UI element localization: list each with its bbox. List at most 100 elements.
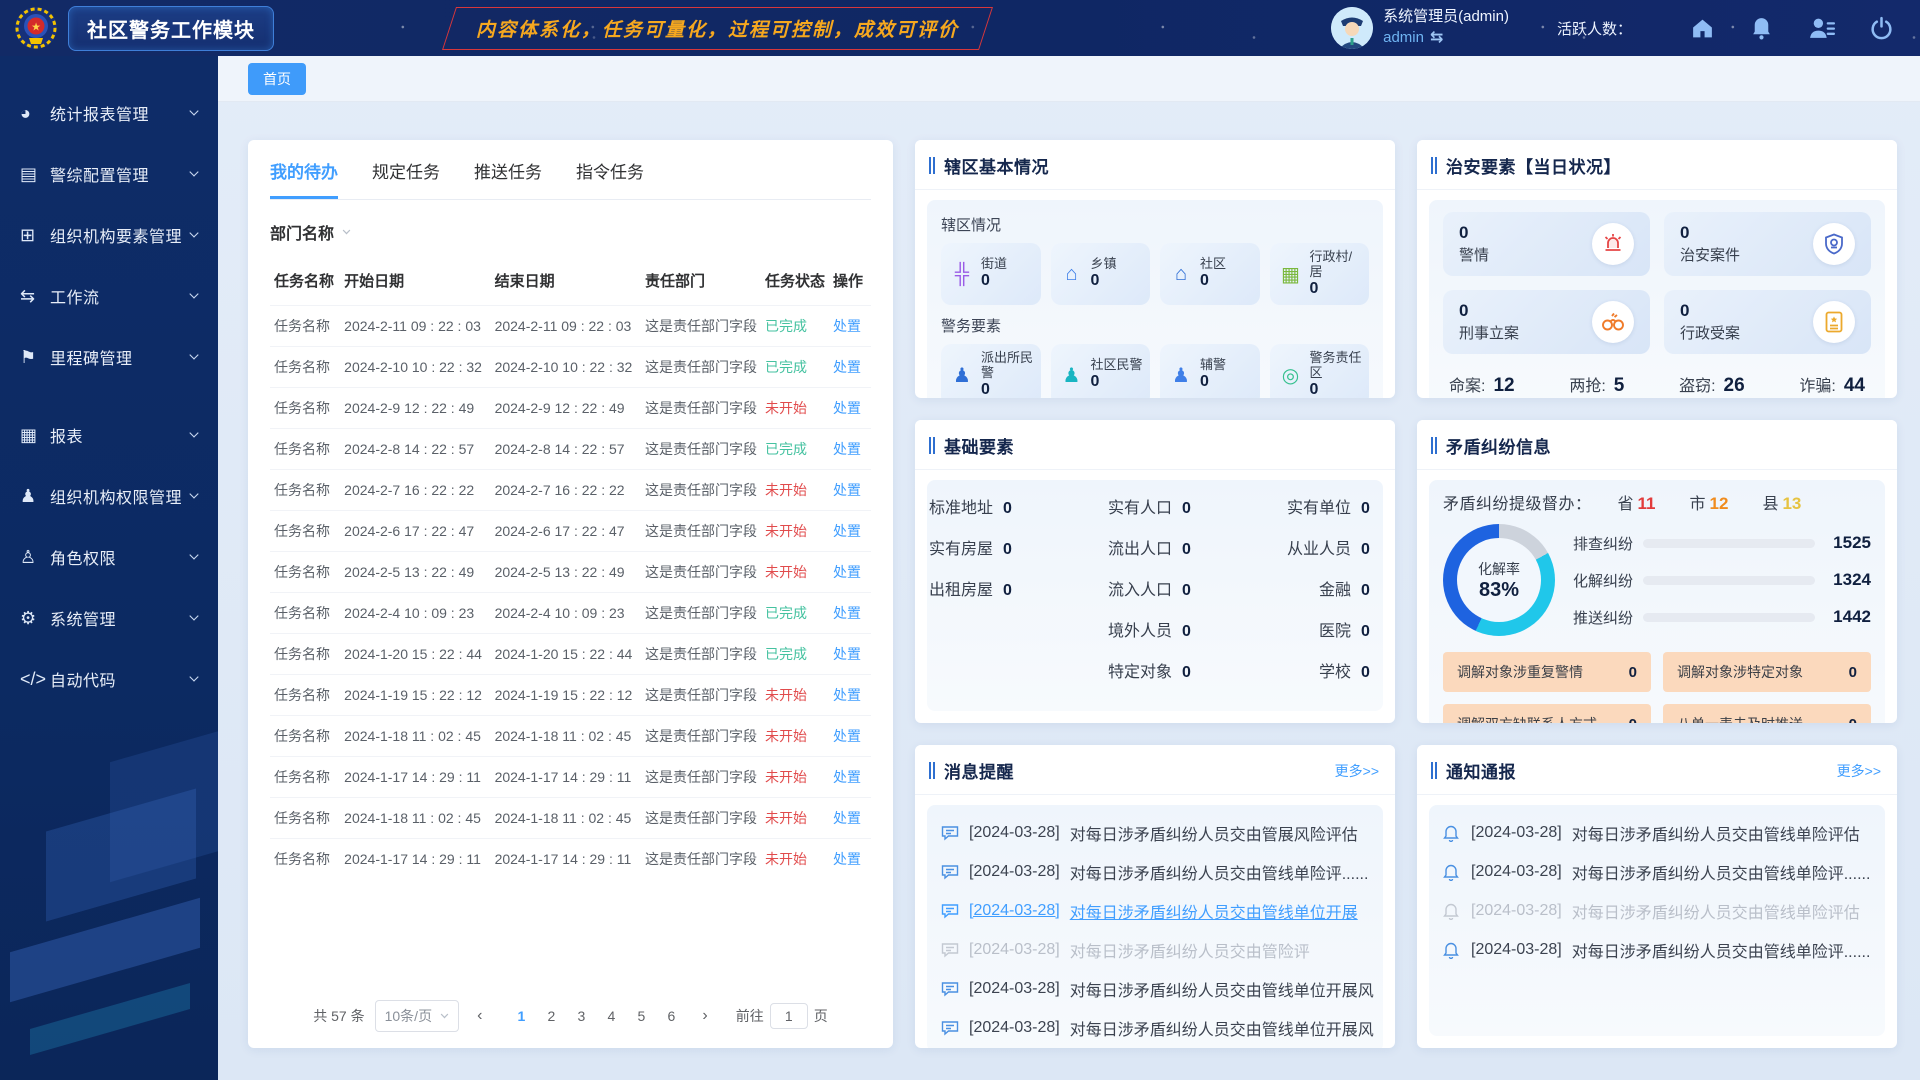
message-date: [2024-03-28] [969,1019,1060,1037]
page-size-select[interactable]: 10条/页 [375,1000,459,1032]
sidebar-item-label: 自动代码 [50,667,188,691]
department-filter-label: 部门名称 [270,220,334,244]
crime-stat: 诈骗: 44 [1799,372,1865,397]
task-name-cell: 任务名称 [270,388,340,429]
department-cell: 这是责任部门字段 [641,757,761,798]
top-header: ★ 社区警务工作模块 内容体系化，任务可量化，过程可控制，成效可评价 系统管理员… [0,0,1920,56]
stat-value: 0 [1459,223,1489,243]
end-date-cell: 2024-2-7 16 : 22 : 22 [491,470,641,511]
task-tab[interactable]: 推送任务 [474,158,542,199]
department-filter[interactable]: 部门名称 [270,220,871,244]
username[interactable]: admin [1383,28,1424,48]
sidebar-item-icon: ▦ [20,425,50,446]
page-number-button[interactable]: 5 [628,1004,654,1028]
more-link[interactable]: 更多>> [1335,761,1379,781]
page-number-button[interactable]: 6 [658,1004,684,1028]
task-tab[interactable]: 我的待办 [270,158,338,199]
handle-link[interactable]: 处置 [833,605,861,621]
handle-link[interactable]: 处置 [833,687,861,703]
handle-link[interactable]: 处置 [833,523,861,539]
page-number-button[interactable]: 3 [568,1004,594,1028]
dispute-tag: 调解对象涉重复警情 0 [1443,652,1651,692]
supervision-level-value: 12 [1710,494,1729,514]
sidebar-item-label: 里程碑管理 [50,345,188,369]
notice-item[interactable]: [2024-03-28] 对每日涉矛盾纠纷人员交由管线单险评...... [1443,860,1871,884]
page-size-value: 10条/页 [385,1006,432,1026]
department-cell: 这是责任部门字段 [641,839,761,880]
handle-link[interactable]: 处置 [833,646,861,662]
crime-stat: 盗窃: 26 [1679,372,1745,397]
home-icon[interactable] [1690,16,1715,41]
notice-item[interactable]: [2024-03-28] 对每日涉矛盾纠纷人员交由管线单险评...... [1443,938,1871,962]
prev-page-button[interactable]: ‹ [469,1005,490,1027]
notice-date: [2024-03-28] [1471,824,1562,842]
message-item[interactable]: [2024-03-28] 对每日涉矛盾纠纷人员交由管险评 [941,938,1369,962]
chat-bubble-icon [941,864,959,880]
page-number-button[interactable]: 1 [508,1004,534,1028]
title-marker [929,437,936,454]
home-tab[interactable]: 首页 [248,63,306,95]
bell-outline-icon [1443,825,1461,842]
sidebar-item[interactable]: ♙ 角色权限 [0,532,218,582]
more-link[interactable]: 更多>> [1837,761,1881,781]
crime-stat: 命案: 12 [1449,372,1515,397]
handle-link[interactable]: 处置 [833,810,861,826]
status-badge: 未开始 [765,769,807,785]
stat-tile: ▦ 行政村/居 0 [1270,243,1370,305]
dispute-tag-label: 八单一表未及时推送 [1677,714,1803,723]
message-item[interactable]: [2024-03-28] 对每日涉矛盾纠纷人员交由管展风险评估 [941,821,1369,845]
message-item[interactable]: [2024-03-28] 对每日涉矛盾纠纷人员交由管线单位开展风 [941,1016,1369,1040]
notice-item[interactable]: [2024-03-28] 对每日涉矛盾纠纷人员交由管线单险评估 [1443,821,1871,845]
status-badge: 未开始 [765,728,807,744]
stat-tile: ◎ 警务责任区 0 [1270,344,1370,398]
next-page-button[interactable]: › [694,1005,715,1027]
power-icon[interactable] [1869,16,1894,41]
goto-page-input[interactable] [770,1003,808,1029]
stat-label: 警情 [1459,244,1489,265]
sidebar-item[interactable]: </> 自动代码 [0,654,218,704]
handle-link[interactable]: 处置 [833,441,861,457]
department-cell: 这是责任部门字段 [641,511,761,552]
stat-tile-value: 0 [1200,272,1226,290]
task-name-cell: 任务名称 [270,347,340,388]
basic-elements-panel: 基础要素 标准地址0实有房屋0出租房屋0 实有人口0流出人口0流入人口0境外人员… [915,420,1395,723]
user-avatar[interactable] [1331,7,1373,49]
sidebar-item[interactable]: ◕ 统计报表管理 [0,88,218,138]
chevron-down-icon [189,428,198,437]
message-item[interactable]: [2024-03-28] 对每日涉矛盾纠纷人员交由管线单位开展 [941,899,1369,923]
page-number-button[interactable]: 4 [598,1004,624,1028]
sidebar-item[interactable]: ♟ 组织机构权限管理 [0,471,218,521]
crime-stat-value: 26 [1724,375,1745,397]
kv-stat: 流出人口0 [1108,535,1196,559]
handle-link[interactable]: 处置 [833,851,861,867]
task-tab[interactable]: 规定任务 [372,158,440,199]
sidebar-item[interactable]: ⚙ 系统管理 [0,593,218,643]
kv-stat: 从业人员0 [1287,535,1375,559]
handle-link[interactable]: 处置 [833,564,861,580]
sidebar-item[interactable]: ⇆ 工作流 [0,271,218,321]
sidebar-item[interactable]: ▤ 警综配置管理 [0,149,218,199]
message-item[interactable]: [2024-03-28] 对每日涉矛盾纠纷人员交由管线单位开展风 [941,977,1369,1001]
handle-link[interactable]: 处置 [833,728,861,744]
sidebar-item[interactable]: ▦ 报表 [0,410,218,460]
handle-link[interactable]: 处置 [833,359,861,375]
handle-link[interactable]: 处置 [833,318,861,334]
page-number-button[interactable]: 2 [538,1004,564,1028]
kv-stat: 出租房屋0 [929,576,1017,600]
message-item[interactable]: [2024-03-28] 对每日涉矛盾纠纷人员交由管线单险评...... [941,860,1369,884]
switch-user-icon[interactable]: ⇆ [1430,27,1443,49]
panel-title: 基础要素 [944,433,1014,458]
user-list-icon[interactable] [1808,16,1835,41]
handle-link[interactable]: 处置 [833,400,861,416]
start-date-cell: 2024-1-19 15 : 22 : 12 [340,675,490,716]
stat-tile-value: 0 [1200,373,1226,391]
notice-item[interactable]: [2024-03-28] 对每日涉矛盾纠纷人员交由管线单险评估 [1443,899,1871,923]
sidebar-item[interactable]: ⊞ 组织机构要素管理 [0,210,218,260]
bell-icon[interactable] [1749,16,1774,41]
handle-link[interactable]: 处置 [833,482,861,498]
column-header: 任务名称 [270,258,340,306]
task-tab[interactable]: 指令任务 [576,158,644,199]
sidebar-item[interactable]: ⚑ 里程碑管理 [0,332,218,382]
handle-link[interactable]: 处置 [833,769,861,785]
message-date: [2024-03-28] [969,863,1060,881]
